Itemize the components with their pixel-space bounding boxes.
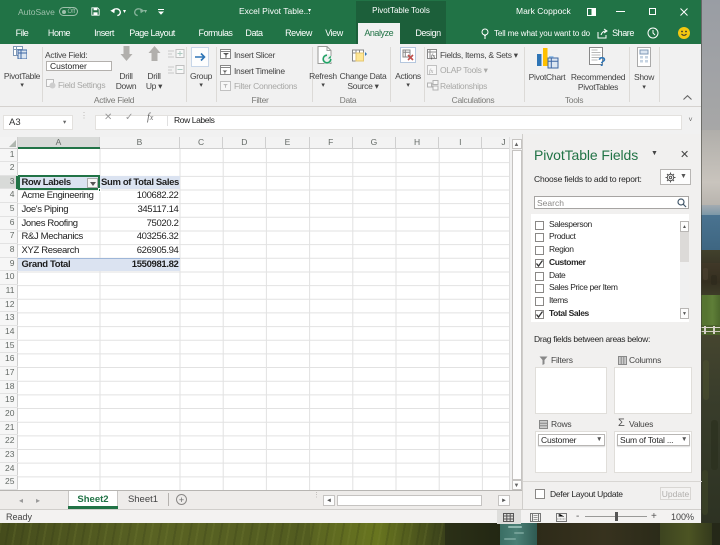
svg-text:fx: fx — [431, 53, 436, 60]
svg-text:?: ? — [598, 54, 606, 69]
svg-text:fx: fx — [429, 68, 434, 75]
